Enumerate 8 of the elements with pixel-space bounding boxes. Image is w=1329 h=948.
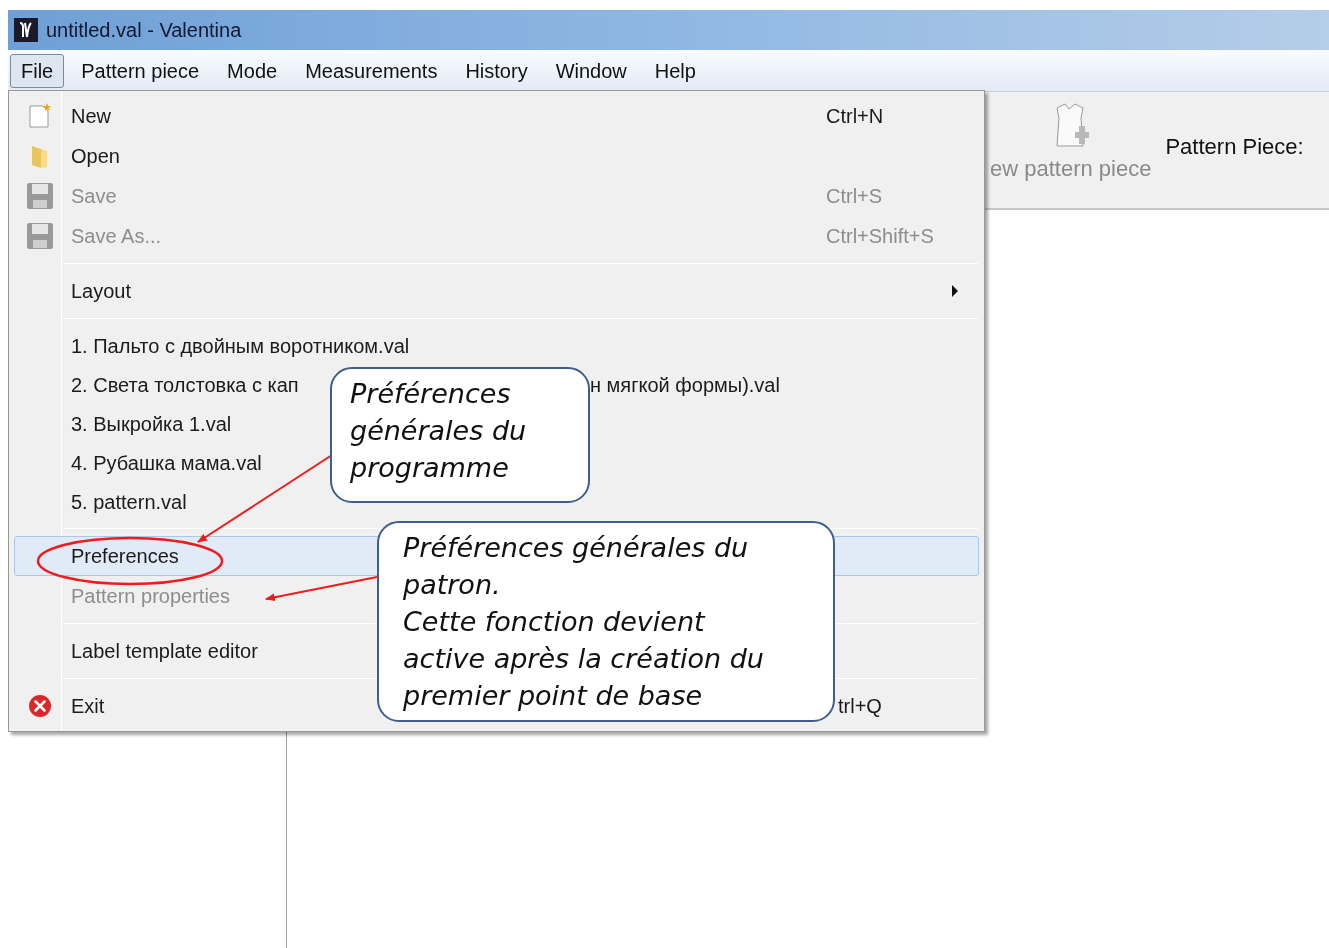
shortcut-label: Ctrl+Shift+S <box>826 225 934 247</box>
window-title: untitled.val - Valentina <box>46 18 242 43</box>
shortcut-label: Ctrl+S <box>826 185 883 207</box>
shortcut-label: trl+Q <box>837 695 882 717</box>
annotation-tooltip: Préférences générales du patron. Cette fonction devient active après la création du premier point de base <box>377 521 835 722</box>
pattern-piece-label: Pattern Piece: <box>1165 133 1304 161</box>
annotation-tooltip: Préférences générales du programme <box>330 367 590 503</box>
shortcut-label: Ctrl+N <box>826 105 884 127</box>
